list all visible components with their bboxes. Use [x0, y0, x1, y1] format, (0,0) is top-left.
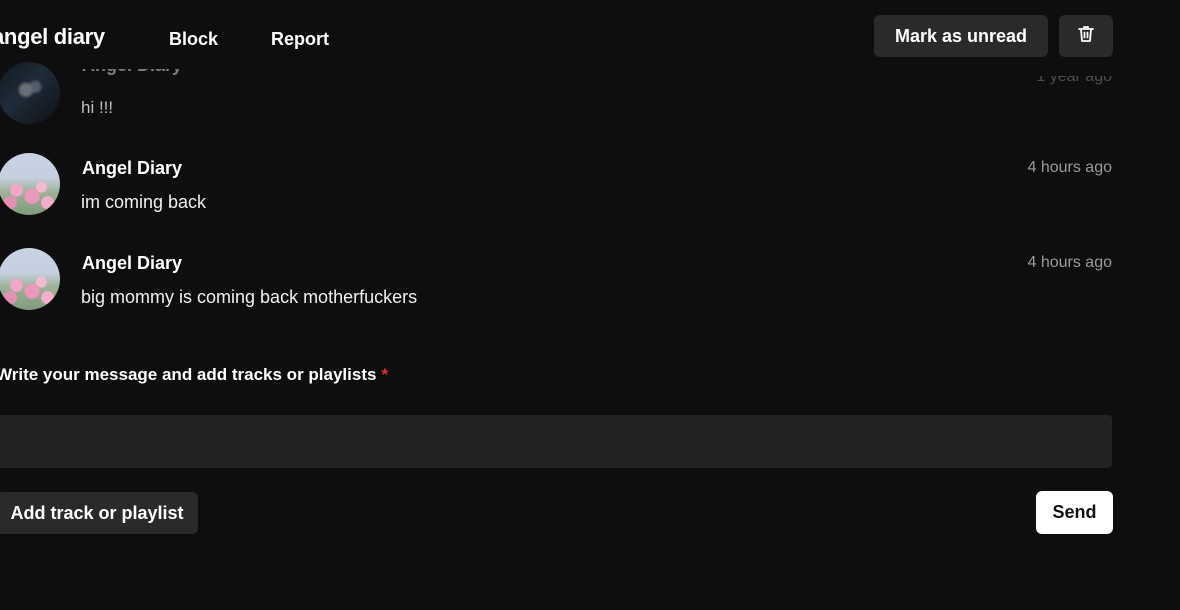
message-text: im coming back	[81, 192, 207, 212]
avatar	[0, 62, 60, 124]
add-track-or-playlist-button[interactable]: Add track or playlist	[0, 492, 198, 534]
avatar	[0, 248, 60, 310]
message-author: Angel Diary	[82, 253, 183, 273]
message-item: Angel Diary big mommy is coming back mot…	[0, 245, 1180, 325]
message-time: 4 hours ago	[1027, 159, 1112, 176]
composer-label: Write your message and add tracks or pla…	[0, 365, 388, 385]
trash-icon	[1076, 24, 1096, 49]
message-text: hi !!!	[81, 98, 114, 117]
message-thread-page: angel diary Block Report Mark as unread …	[0, 0, 1180, 610]
message-item: Angel Diary im coming back 4 hours ago	[0, 150, 1180, 230]
required-marker: *	[381, 365, 389, 384]
thread-title: angel diary	[0, 24, 105, 49]
message-author: Angel Diary	[82, 55, 183, 75]
message-time: 4 hours ago	[1027, 254, 1112, 271]
delete-button[interactable]	[1059, 15, 1113, 57]
block-button[interactable]: Block	[169, 29, 218, 50]
message-time: 1 year ago	[1036, 68, 1112, 85]
message-text: big mommy is coming back motherfuckers	[81, 287, 418, 307]
mark-as-unread-button[interactable]: Mark as unread	[874, 15, 1048, 57]
send-button[interactable]: Send	[1036, 491, 1113, 534]
report-button[interactable]: Report	[271, 29, 329, 50]
message-item: Angel Diary 1 year ago	[0, 58, 1180, 138]
avatar	[0, 153, 60, 215]
message-input[interactable]	[0, 415, 1112, 468]
message-author: Angel Diary	[82, 158, 183, 178]
composer-label-text: Write your message and add tracks or pla…	[0, 365, 377, 384]
